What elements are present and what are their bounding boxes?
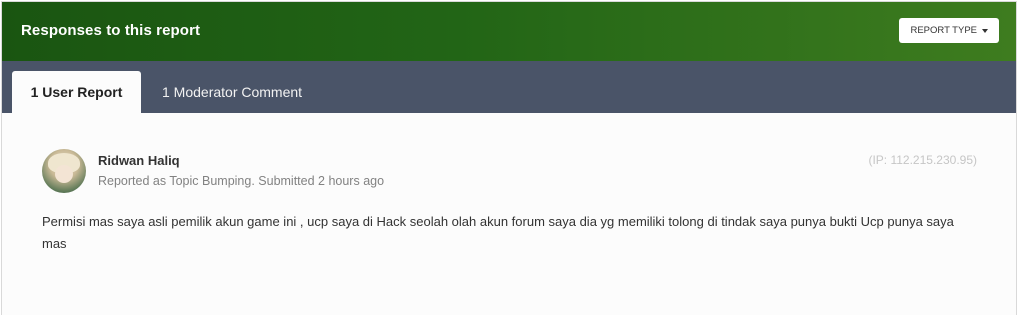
report-meta: Reported as Topic Bumping. Submitted 2 h… (98, 174, 385, 188)
report-message: Permisi mas saya asli pemilik akun game … (42, 214, 954, 251)
tab-moderator-comment[interactable]: 1 Moderator Comment (162, 71, 302, 113)
tab-bar: 1 User Report 1 Moderator Comment (2, 61, 1016, 113)
report-content: Ridwan Haliq Reported as Topic Bumping. … (2, 113, 1016, 315)
reporter-ip: (IP: 112.215.230.95) (868, 153, 977, 167)
report-type-dropdown-button[interactable]: REPORT TYPE (899, 18, 999, 43)
panel-header: Responses to this report REPORT TYPE (2, 2, 1016, 61)
report-responses-panel: Responses to this report REPORT TYPE 1 U… (1, 1, 1017, 315)
caret-down-icon (982, 28, 988, 33)
report-type-label: REPORT TYPE (910, 25, 977, 36)
tab-user-report[interactable]: 1 User Report (12, 71, 141, 113)
avatar[interactable] (42, 149, 86, 193)
reporter-username[interactable]: Ridwan Haliq (98, 153, 180, 168)
panel-title: Responses to this report (21, 22, 201, 39)
avatar-face-shape (55, 165, 73, 183)
